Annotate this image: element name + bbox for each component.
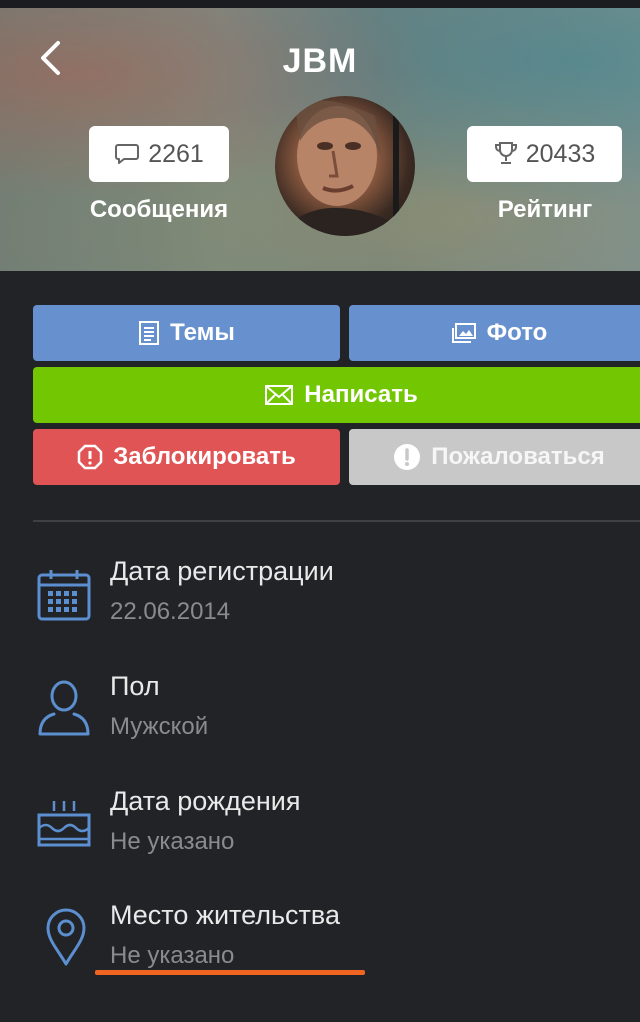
block-octagon-icon: [77, 444, 103, 470]
rating-label: Рейтинг: [497, 196, 593, 223]
photo-icon: [451, 323, 476, 343]
annotation-underline: [95, 970, 365, 975]
user-icon: [38, 680, 90, 736]
info-value: Мужской: [110, 713, 209, 740]
block-label: Заблокировать: [113, 443, 296, 470]
info-title: Дата регистрации: [110, 556, 334, 586]
info-title: Место жительства: [110, 900, 340, 930]
messages-count-box[interactable]: 2261: [89, 126, 229, 182]
rating-count: 20433: [525, 139, 596, 168]
info-value: 22.06.2014: [110, 598, 231, 625]
info-value: Не указано: [110, 828, 235, 855]
info-row-birthday: Дата рождения Не указано: [0, 775, 640, 875]
write-message-button[interactable]: Написать: [33, 367, 640, 423]
rating-count-box[interactable]: 20433: [467, 126, 622, 182]
messages-count: 2261: [148, 139, 204, 168]
cake-icon: [37, 801, 91, 847]
topics-label: Темы: [170, 319, 235, 346]
info-row-registration: Дата регистрации 22.06.2014: [0, 545, 640, 645]
messages-label: Сообщения: [89, 196, 229, 223]
status-strip: [0, 0, 640, 8]
photo-button[interactable]: Фото: [349, 305, 640, 361]
profile-title: JBM: [282, 42, 358, 80]
info-value: Не указано: [110, 942, 235, 969]
location-pin-icon: [46, 908, 86, 966]
info-row-gender: Пол Мужской: [0, 660, 640, 760]
divider: [33, 520, 640, 522]
trophy-icon: [494, 142, 517, 164]
info-title: Пол: [110, 671, 160, 701]
envelope-icon: [265, 385, 294, 405]
report-label: Пожаловаться: [431, 443, 605, 470]
topics-button[interactable]: Темы: [33, 305, 340, 361]
photo-label: Фото: [486, 319, 548, 346]
document-icon: [139, 321, 160, 345]
info-title: Дата рождения: [110, 786, 301, 816]
calendar-icon: [37, 570, 91, 621]
write-label: Написать: [304, 381, 418, 408]
avatar[interactable]: [275, 96, 415, 236]
info-row-residence: Место жительства Не указано: [0, 890, 640, 990]
speech-bubble-icon: [115, 144, 140, 164]
exclamation-circle-icon: [394, 444, 421, 470]
block-button[interactable]: Заблокировать: [33, 429, 340, 485]
profile-header: JBM 2261 Сообщения 20433 Рейтинг: [0, 8, 640, 271]
report-button[interactable]: Пожаловаться: [349, 429, 640, 485]
